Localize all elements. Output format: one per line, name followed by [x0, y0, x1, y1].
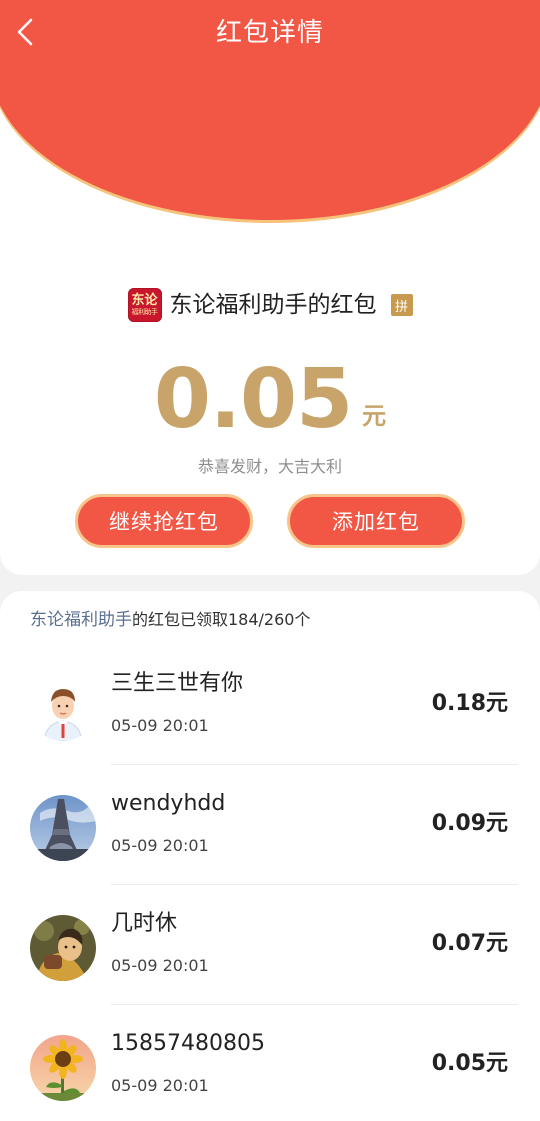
- red-packet-detail-page: 红包详情 东论 福利助手 东论福利助手的红包 拼 0.05 元 恭喜发财，大吉大…: [0, 0, 540, 1121]
- claim-item[interactable]: wendyhdd 05-09 20:01 0.09元: [0, 765, 540, 885]
- sender-title: 东论福利助手的红包: [169, 292, 377, 318]
- claim-time: 05-09 20:01: [111, 1076, 209, 1095]
- character-avatar: [30, 915, 96, 981]
- claims-summary: 东论福利助手的红包已领取184/260个: [30, 607, 310, 633]
- claim-time: 05-09 20:01: [111, 956, 209, 975]
- sender-logo: 东论 福利助手: [127, 288, 162, 322]
- summary-text: 的红包已领取184/260个: [132, 610, 311, 629]
- sender-logo-text-bottom: 福利助手: [131, 307, 159, 316]
- claim-amount: 0.05元: [431, 1051, 508, 1076]
- claim-item[interactable]: 三生三世有你 05-09 20:01 0.18元: [0, 645, 540, 765]
- claim-time: 05-09 20:01: [111, 836, 209, 855]
- cartoon-man-avatar: [30, 675, 96, 741]
- claimer-name: 三生三世有你: [111, 671, 244, 696]
- sender-row: 东论 福利助手 东论福利助手的红包 拼: [0, 286, 540, 324]
- sunflower-avatar: [30, 1035, 96, 1101]
- claimer-name: 几时休: [111, 911, 178, 936]
- eiffel-tower-avatar: [30, 795, 96, 861]
- sender-logo-text-top: 东论: [131, 292, 158, 308]
- red-packet-card: 红包详情 东论 福利助手 东论福利助手的红包 拼 0.05 元 恭喜发财，大吉大…: [0, 0, 540, 575]
- claim-amount: 0.07元: [431, 931, 508, 956]
- claimer-name: wendyhdd: [111, 791, 226, 816]
- claim-item[interactable]: 15857480805 05-09 20:01 0.05元: [0, 1005, 540, 1121]
- claim-time: 05-09 20:01: [111, 716, 209, 735]
- claims-list-card: 东论福利助手的红包已领取184/260个 三生三世有你 05-09 20:01: [0, 591, 540, 1121]
- continue-grab-button[interactable]: 继续抢红包: [75, 494, 253, 548]
- amount-value: 0.05: [153, 352, 353, 447]
- add-red-packet-button[interactable]: 添加红包: [287, 494, 465, 548]
- claim-amount: 0.18元: [431, 691, 508, 716]
- claim-amount: 0.09元: [431, 811, 508, 836]
- amount-row: 0.05 元: [0, 354, 540, 446]
- claimer-name: 15857480805: [111, 1031, 265, 1056]
- claim-item[interactable]: 几时休 05-09 20:01 0.07元: [0, 885, 540, 1005]
- page-title: 红包详情: [215, 18, 324, 48]
- blessing-text: 恭喜发财，大吉大利: [197, 457, 342, 476]
- amount-unit: 元: [362, 402, 387, 430]
- summary-sender-link[interactable]: 东论福利助手: [30, 610, 132, 630]
- pin-badge: 拼: [390, 294, 413, 316]
